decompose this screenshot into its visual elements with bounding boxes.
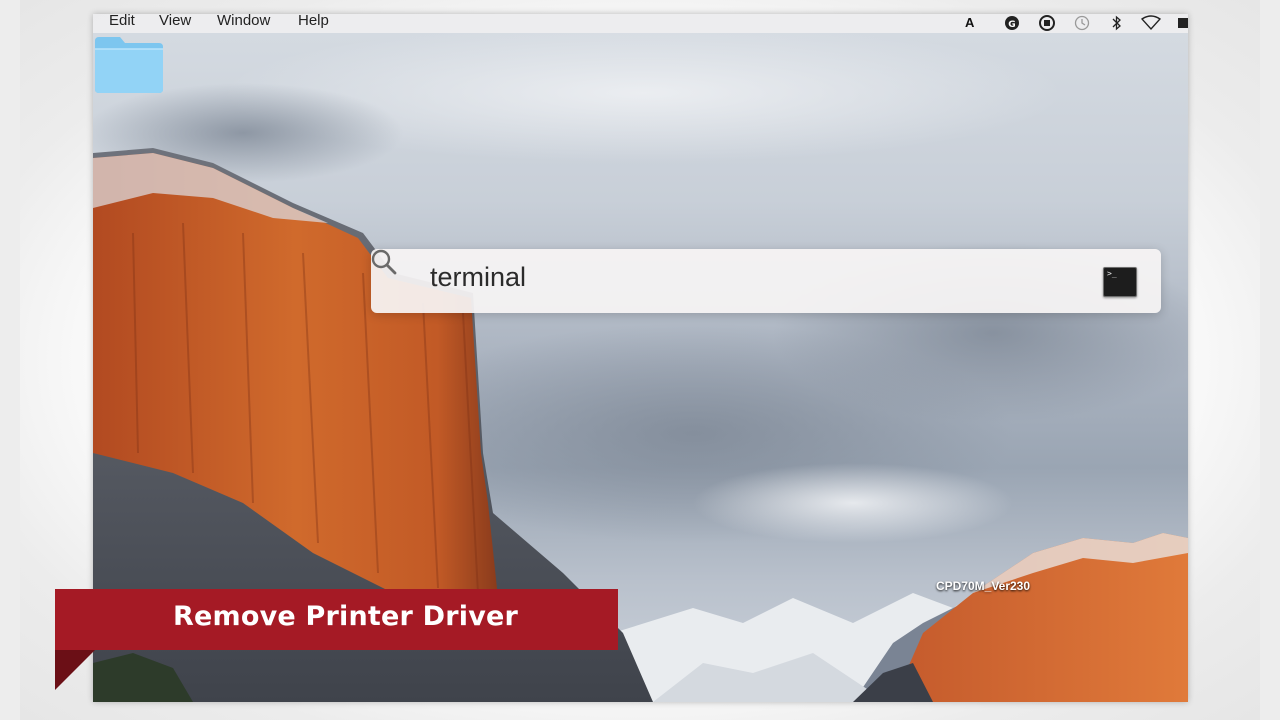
svg-text:G: G: [1008, 20, 1015, 30]
banner-fold: [55, 650, 95, 690]
search-icon: [371, 249, 397, 275]
bluetooth-icon[interactable]: [1111, 15, 1123, 31]
menu-view[interactable]: View: [159, 14, 191, 29]
wifi-icon[interactable]: [1141, 15, 1161, 31]
time-machine-icon[interactable]: [1073, 15, 1091, 31]
record-icon[interactable]: [1038, 15, 1056, 31]
adobe-icon[interactable]: A: [965, 14, 974, 31]
folder-label: CPD70M_Ver230: [935, 579, 1031, 593]
battery-icon[interactable]: [1177, 17, 1188, 29]
folder-icon[interactable]: [93, 33, 165, 95]
spotlight-query-input[interactable]: terminal: [430, 262, 526, 293]
spotlight-search[interactable]: terminal >_: [371, 249, 1161, 313]
menu-window[interactable]: Window: [217, 14, 270, 29]
menu-help[interactable]: Help: [298, 14, 329, 29]
menu-edit[interactable]: Edit: [109, 14, 135, 29]
menu-bar: Edit View Window Help A G: [93, 14, 1188, 33]
title-banner: Remove Printer Driver: [55, 589, 618, 650]
banner-title: Remove Printer Driver: [173, 601, 519, 632]
grammarly-icon[interactable]: G: [1003, 15, 1021, 31]
terminal-app-icon[interactable]: >_: [1103, 267, 1137, 297]
